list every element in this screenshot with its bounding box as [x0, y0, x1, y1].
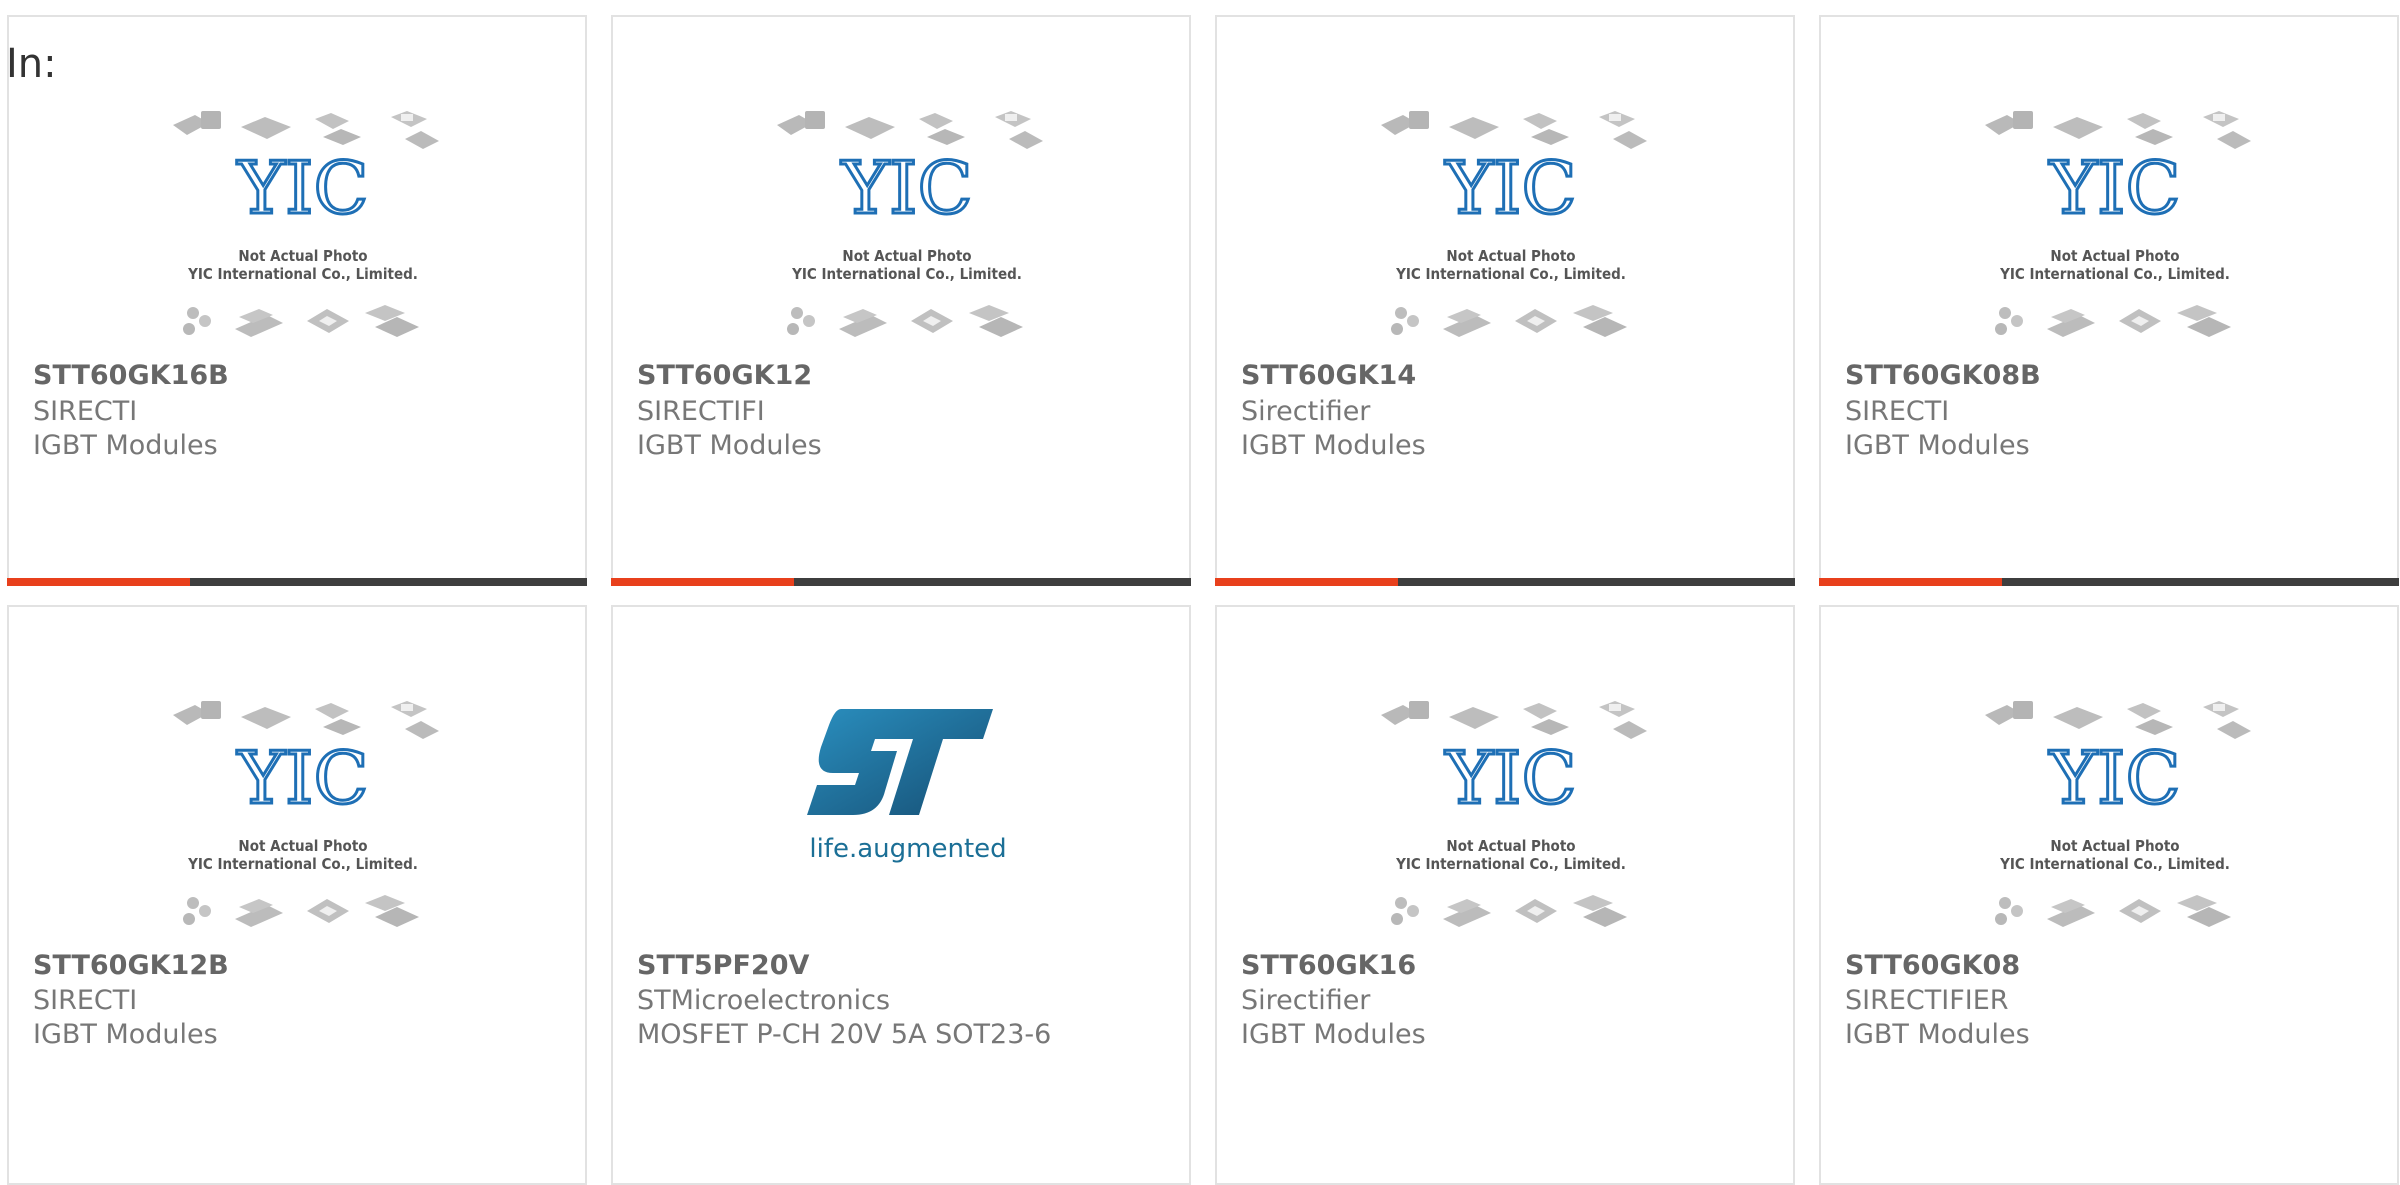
manufacturer: SIRECTI — [33, 985, 138, 1016]
progress-bar — [1215, 578, 1795, 586]
yic-logo-icon: YIC — [840, 146, 972, 230]
svg-text:YIC International Co., Limited: YIC International Co., Limited. — [1395, 855, 1626, 873]
manufacturer: SIRECTIFI — [637, 396, 765, 427]
svg-text:Not Actual Photo: Not Actual Photo — [2050, 247, 2179, 265]
svg-text:YIC International Co., Limited: YIC International Co., Limited. — [1395, 265, 1626, 283]
product-card[interactable]: YIC Not Actual Photo YIC International C… — [1215, 605, 1795, 1185]
yic-logo-icon: YIC — [1444, 736, 1576, 820]
product-grid: YIC Not Actual Photo YIC International C… — [0, 0, 2400, 1185]
manufacturer: STMicroelectronics — [637, 985, 891, 1016]
product-image: YIC Not Actual Photo YIC International C… — [777, 111, 1043, 337]
product-card[interactable]: YIC Not Actual Photo YIC International C… — [1215, 15, 1795, 586]
part-number[interactable]: STT60GK08B — [1845, 359, 2041, 393]
svg-text:YIC International Co., Limited: YIC International Co., Limited. — [187, 855, 418, 873]
description: IGBT Modules — [637, 430, 822, 461]
description: IGBT Modules — [1241, 430, 1426, 461]
part-number[interactable]: STT60GK08 — [1845, 949, 2020, 983]
svg-text:Not Actual Photo: Not Actual Photo — [1446, 247, 1575, 265]
progress-bar — [7, 578, 587, 586]
svg-text:life.augmented: life.augmented — [809, 834, 1006, 864]
svg-text:YIC International Co., Limited: YIC International Co., Limited. — [1999, 265, 2230, 283]
product-card[interactable]: YIC Not Actual Photo YIC International C… — [1819, 605, 2399, 1185]
product-image: YIC Not Actual Photo YIC International C… — [173, 111, 439, 337]
product-image: YIC Not Actual Photo YIC International C… — [1985, 701, 2251, 927]
yic-logo-icon: YIC — [2048, 736, 2180, 820]
description: IGBT Modules — [33, 1019, 218, 1050]
yic-logo-icon: YIC — [236, 146, 368, 230]
filter-label: In: — [6, 41, 57, 87]
description: IGBT Modules — [1845, 1019, 2030, 1050]
product-image: YIC Not Actual Photo YIC International C… — [1381, 111, 1647, 337]
yic-logo-icon: YIC — [236, 736, 368, 820]
product-image: YIC Not Actual Photo YIC International C… — [1381, 701, 1647, 927]
svg-text:YIC International Co., Limited: YIC International Co., Limited. — [1999, 855, 2230, 873]
manufacturer: SIRECTI — [33, 396, 138, 427]
description: IGBT Modules — [33, 430, 218, 461]
description: MOSFET P-CH 20V 5A SOT23-6 — [637, 1019, 1052, 1050]
product-card[interactable]: YIC Not Actual Photo YIC International C… — [7, 15, 587, 586]
svg-text:Not Actual Photo: Not Actual Photo — [842, 247, 971, 265]
progress-bar-fill — [7, 578, 190, 586]
part-number[interactable]: STT5PF20V — [637, 949, 809, 983]
part-number[interactable]: STT60GK12 — [637, 359, 812, 393]
product-image: YIC Not Actual Photo YIC International C… — [173, 701, 439, 927]
yic-logo-icon: YIC — [2048, 146, 2180, 230]
product-card[interactable]: YIC Not Actual Photo YIC International C… — [7, 605, 587, 1185]
part-number[interactable]: STT60GK16B — [33, 359, 229, 393]
progress-bar — [611, 578, 1191, 586]
manufacturer: SIRECTIFIER — [1845, 985, 2009, 1016]
progress-bar-fill — [1215, 578, 1398, 586]
svg-text:YIC International Co., Limited: YIC International Co., Limited. — [187, 265, 418, 283]
progress-bar — [1819, 578, 2399, 586]
description: IGBT Modules — [1845, 430, 2030, 461]
svg-text:Not Actual Photo: Not Actual Photo — [2050, 837, 2179, 855]
progress-bar-fill — [1819, 578, 2002, 586]
product-card[interactable]: YIC Not Actual Photo YIC International C… — [611, 15, 1191, 586]
product-card[interactable]: life.augmented STT5PF20V STMicroelectron… — [611, 605, 1191, 1185]
description: IGBT Modules — [1241, 1019, 1426, 1050]
manufacturer: Sirectifier — [1241, 985, 1371, 1016]
manufacturer: Sirectifier — [1241, 396, 1371, 427]
part-number[interactable]: STT60GK12B — [33, 949, 229, 983]
svg-text:Not Actual Photo: Not Actual Photo — [1446, 837, 1575, 855]
manufacturer: SIRECTI — [1845, 396, 1950, 427]
product-card[interactable]: YIC Not Actual Photo YIC International C… — [1819, 15, 2399, 586]
product-image: YIC Not Actual Photo YIC International C… — [1985, 111, 2251, 337]
part-number[interactable]: STT60GK16 — [1241, 949, 1416, 983]
part-number[interactable]: STT60GK14 — [1241, 359, 1416, 393]
yic-logo-icon: YIC — [1444, 146, 1576, 230]
svg-text:YIC International Co., Limited: YIC International Co., Limited. — [791, 265, 1022, 283]
svg-text:Not Actual Photo: Not Actual Photo — [238, 837, 367, 855]
st-logo-icon: life.augmented — [807, 709, 1007, 864]
progress-bar-fill — [611, 578, 794, 586]
svg-text:Not Actual Photo: Not Actual Photo — [238, 247, 367, 265]
